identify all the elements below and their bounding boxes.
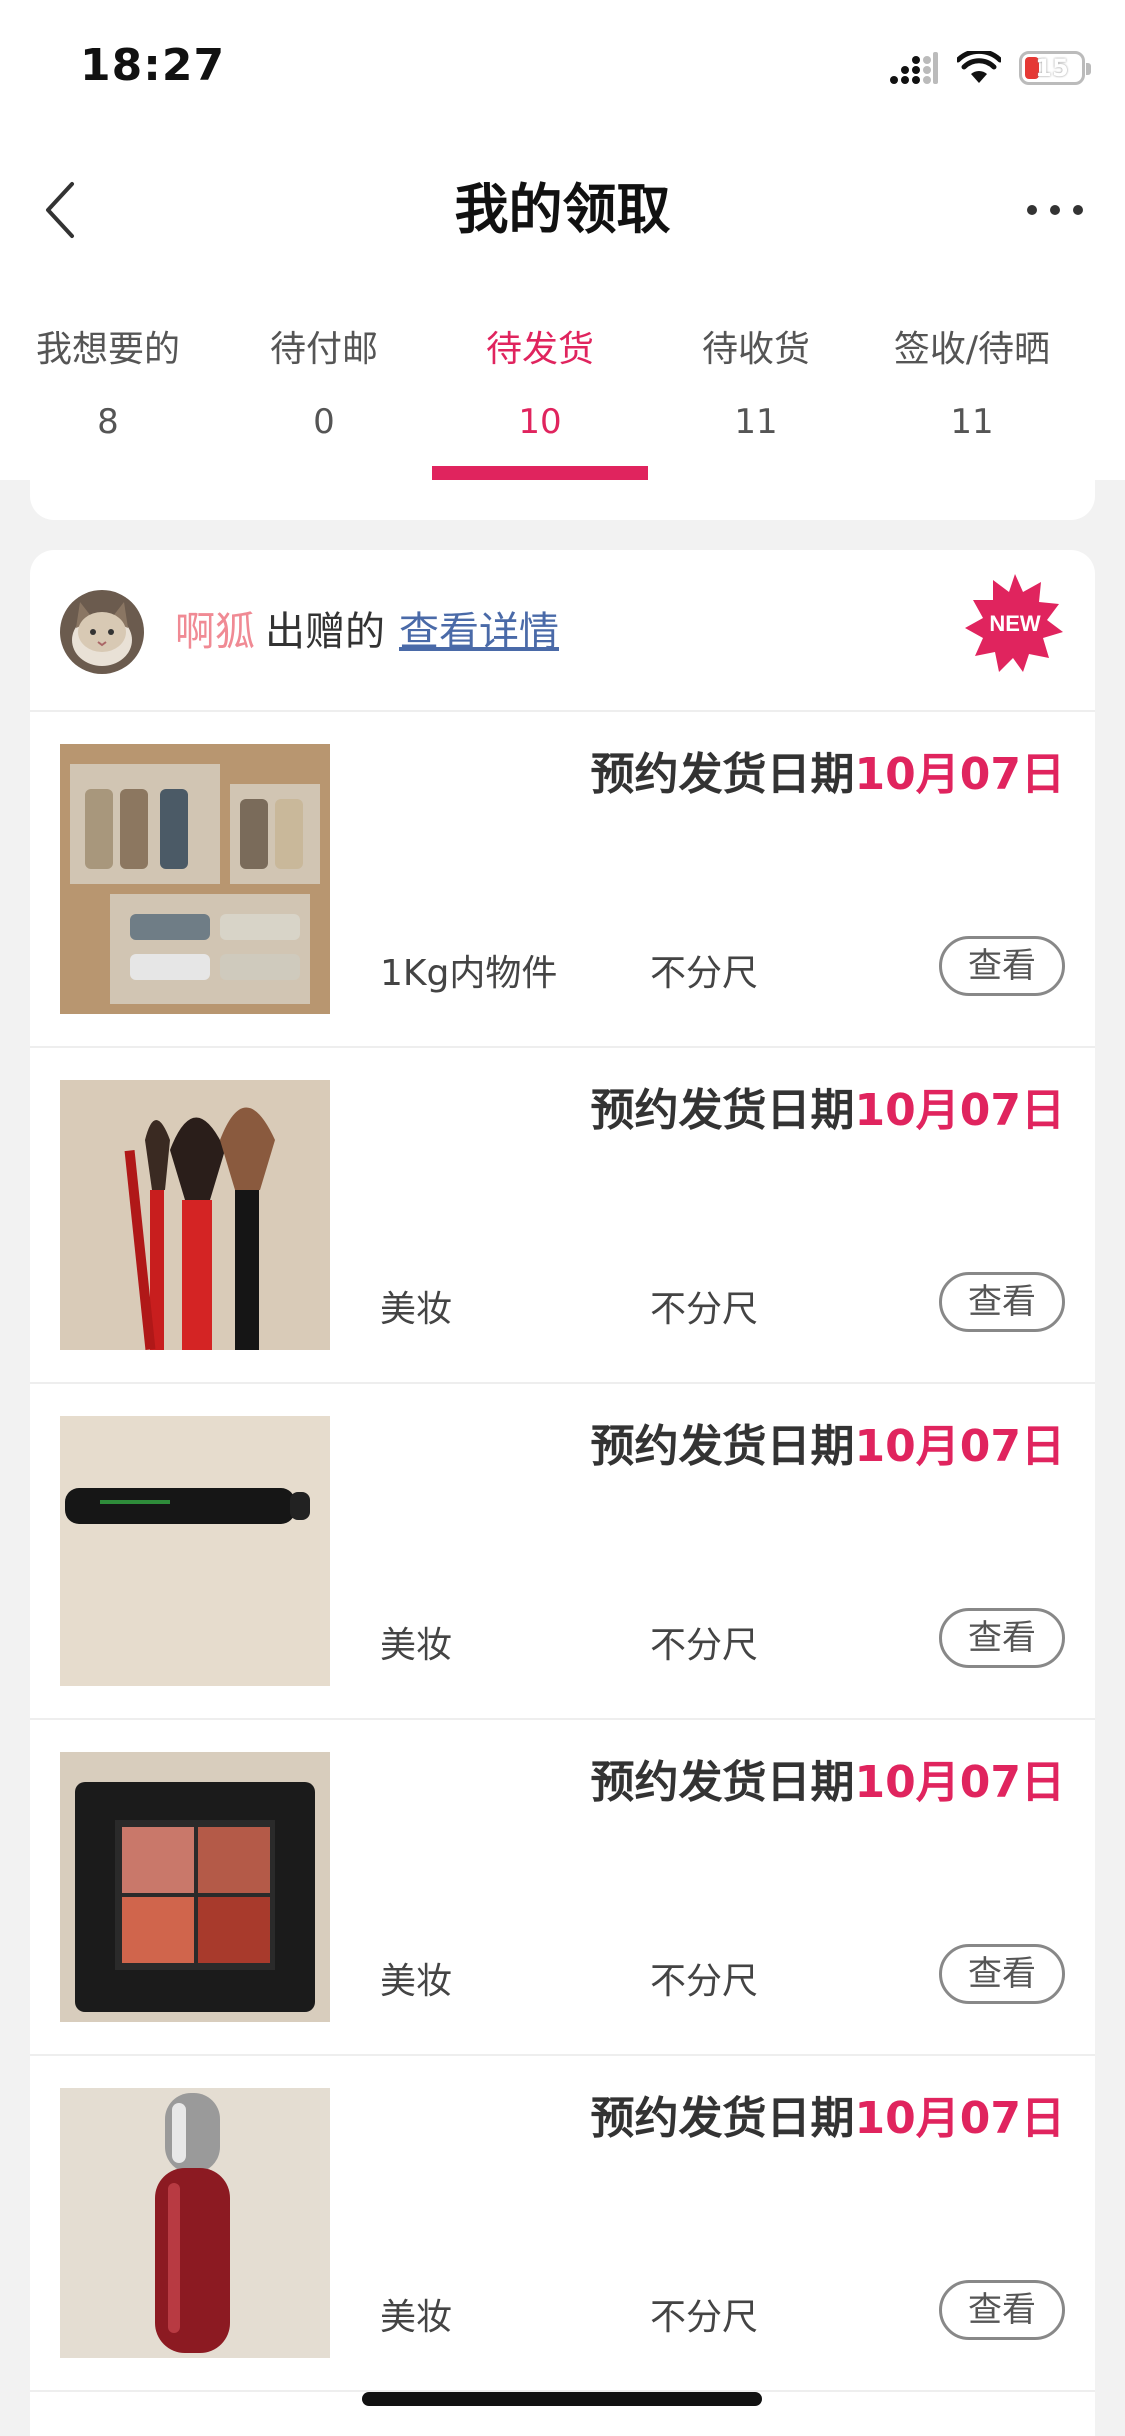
- gift-order-card: 啊狐 出赠的 查看详情 NEW 预约发货日期10月07日 1Kg内物件 不分尺 …: [30, 550, 1095, 2436]
- avatar[interactable]: [60, 590, 144, 674]
- tab-count: 0: [313, 402, 335, 442]
- view-button[interactable]: 查看: [939, 936, 1065, 996]
- tab-count: 10: [518, 402, 562, 442]
- tab-label: 待付邮: [269, 329, 378, 370]
- gave-text: 出赠的: [265, 609, 385, 655]
- tab-label: 待发货: [485, 329, 594, 370]
- more-button[interactable]: [1015, 165, 1095, 255]
- item-size: 不分尺: [650, 1625, 759, 1666]
- scheduled-ship-date: 预约发货日期10月07日: [590, 749, 1065, 800]
- view-button[interactable]: 查看: [939, 1944, 1065, 2004]
- scheduled-ship-date: 预约发货日期10月07日: [590, 1757, 1065, 1808]
- cat-avatar-image: [60, 590, 144, 674]
- view-button[interactable]: 查看: [939, 1272, 1065, 1332]
- home-indicator: [362, 2392, 762, 2406]
- list-item[interactable]: 预约发货日期10月07日 美妆 不分尺 查看: [30, 1048, 1095, 1384]
- tab-count: 11: [734, 402, 778, 442]
- item-category: 美妆: [380, 2297, 453, 2338]
- list-item[interactable]: 预约发货日期10月07日 美妆 不分尺 查看: [30, 2056, 1095, 2392]
- tab-pending-receipt[interactable]: 待收货 11: [648, 290, 864, 480]
- item-category: 美妆: [380, 1625, 453, 1666]
- previous-card-bottom: [30, 480, 1095, 520]
- tab-signed-share[interactable]: 签收/待晒 11: [864, 290, 1080, 480]
- view-details-link[interactable]: 查看详情: [399, 609, 559, 655]
- item-category: 美妆: [380, 1289, 453, 1330]
- scheduled-ship-date: 预约发货日期10月07日: [590, 2093, 1065, 2144]
- list-item[interactable]: 预约发货日期10月07日 美妆 不分尺 查看: [30, 1384, 1095, 1720]
- tab-label: 我想要的: [35, 329, 180, 370]
- tab-count: 11: [950, 402, 994, 442]
- item-category: 美妆: [380, 1961, 453, 2002]
- more-dots-icon: [1027, 205, 1083, 215]
- list-item[interactable]: 预约发货日期10月07日 美妆 不分尺 查看: [30, 1720, 1095, 2056]
- scheduled-ship-date: 预约发货日期10月07日: [590, 1421, 1065, 1472]
- item-category: 1Kg内物件: [380, 953, 558, 994]
- eyeshadow-palette-photo: [60, 1752, 330, 2022]
- tab-label: 待收货: [701, 329, 810, 370]
- scheduled-ship-date: 预约发货日期10月07日: [590, 1085, 1065, 1136]
- sewing-threads-photo: [60, 744, 330, 1014]
- list-item[interactable]: 预约发货日期10月07日 1Kg内物件 不分尺 查看: [30, 712, 1095, 1048]
- item-size: 不分尺: [650, 1289, 759, 1330]
- new-badge: NEW: [965, 574, 1065, 674]
- active-tab-indicator: [432, 466, 648, 480]
- status-bar: 18:27 15: [0, 0, 1125, 140]
- starburst-icon: NEW: [965, 574, 1063, 672]
- tab-count: 8: [97, 402, 119, 442]
- giver-line: 啊狐 出赠的 查看详情: [175, 602, 559, 662]
- status-time: 18:27: [80, 40, 226, 91]
- tab-pending-shipment[interactable]: 待发货 10: [432, 290, 648, 480]
- view-button[interactable]: 查看: [939, 1608, 1065, 1668]
- tab-want[interactable]: 我想要的 8: [0, 290, 216, 480]
- battery-icon: 15: [1019, 51, 1091, 85]
- mascara-photo: [60, 1416, 330, 1686]
- status-icons: 15: [889, 50, 1091, 86]
- view-button[interactable]: 查看: [939, 2280, 1065, 2340]
- battery-level: 15: [1035, 54, 1069, 82]
- item-size: 不分尺: [650, 2297, 759, 2338]
- makeup-brushes-photo: [60, 1080, 330, 1350]
- tab-pending-postage[interactable]: 待付邮 0: [216, 290, 432, 480]
- new-badge-label: NEW: [989, 611, 1041, 636]
- wifi-icon: [957, 51, 1001, 83]
- nav-bar: 我的领取: [0, 140, 1125, 290]
- cellular-signal-icon: [890, 52, 938, 84]
- page-title: 我的领取: [454, 178, 671, 241]
- item-size: 不分尺: [650, 953, 759, 994]
- status-tabs: 我想要的 8 待付邮 0 待发货 10 待收货 11 签收/待晒 11: [0, 290, 1125, 480]
- lip-gloss-photo: [60, 2088, 330, 2358]
- item-size: 不分尺: [650, 1961, 759, 2002]
- giver-name[interactable]: 啊狐: [175, 609, 255, 655]
- tab-label: 签收/待晒: [893, 329, 1051, 370]
- card-header: 啊狐 出赠的 查看详情 NEW: [30, 550, 1095, 712]
